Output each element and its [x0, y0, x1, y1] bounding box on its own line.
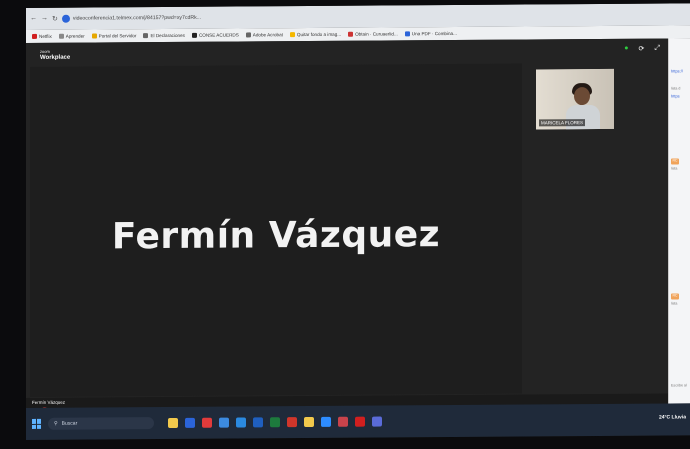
- screen: ← → ↻ videoconferencia1.telmex.com/j/841…: [26, 3, 690, 441]
- sync-icon[interactable]: ⟳: [639, 45, 645, 53]
- chat-link[interactable]: https://: [671, 68, 683, 73]
- search-icon: ⚲: [54, 420, 58, 427]
- speaker-name: Fermín Vázquez: [111, 214, 441, 258]
- chat-message: lista: [671, 301, 678, 306]
- self-name-label: Fermín Vázquez: [32, 399, 66, 405]
- bookmark-icon: [91, 33, 97, 39]
- windows-start-icon[interactable]: [32, 418, 42, 429]
- participant-video-tile[interactable]: MARICELA FLORES: [536, 68, 614, 130]
- browser-nav: ← → ↻: [26, 15, 62, 23]
- taskbar-search[interactable]: ⚲ Buscar: [48, 417, 154, 430]
- app-icon[interactable]: [372, 416, 382, 427]
- taskbar-apps: [168, 416, 382, 429]
- bookmark-icon: [191, 32, 197, 38]
- folder-icon[interactable]: [304, 416, 314, 428]
- reload-icon[interactable]: ↻: [52, 15, 58, 23]
- netflix-icon: [32, 34, 37, 40]
- top-right-controls: ● ⟳ ⤢: [624, 45, 660, 53]
- avatar: RC: [671, 293, 679, 300]
- excel-icon[interactable]: [270, 417, 280, 428]
- bookmark-item[interactable]: Una PDF · Combina...: [404, 31, 457, 37]
- chat-panel: https:// lista d https RC lista RC lista…: [668, 38, 690, 404]
- windows-taskbar: ⚲ Buscar 24°C Lluvia: [26, 403, 690, 440]
- chat-link[interactable]: https: [671, 93, 680, 98]
- participant-face: [574, 87, 590, 106]
- avatar: RC: [671, 158, 679, 165]
- weather-widget[interactable]: 24°C Lluvia: [659, 414, 686, 420]
- zoom-logo: zoom Workplace: [40, 48, 71, 61]
- bookmark-item[interactable]: Quitar fondo a imag...: [289, 32, 341, 38]
- outlook-icon[interactable]: [236, 417, 246, 428]
- bookmark-item[interactable]: Portal del Servidor: [91, 33, 136, 39]
- chrome-icon[interactable]: [202, 417, 212, 428]
- back-icon[interactable]: ←: [30, 15, 37, 23]
- opera-icon[interactable]: [287, 417, 297, 428]
- edge-icon[interactable]: [185, 417, 195, 428]
- file-explorer-icon[interactable]: [168, 417, 178, 429]
- encryption-shield-icon[interactable]: ●: [624, 45, 628, 53]
- bookmark-item[interactable]: Aprender: [58, 33, 85, 39]
- url-field[interactable]: videoconferencia1.telmex.com/j/84157?pwd…: [73, 11, 690, 22]
- bookmark-icon: [348, 31, 354, 37]
- chat-input[interactable]: Escribe al: [671, 383, 687, 387]
- zoom-app-icon[interactable]: [321, 416, 331, 427]
- bookmark-icon: [58, 33, 64, 39]
- zoom-window: zoom Workplace ● ⟳ ⤢ Fermín Vázquez MARI…: [26, 38, 668, 441]
- site-icon: [61, 14, 70, 23]
- participant-name-label: MARICELA FLORES: [539, 119, 586, 127]
- chat-message: lista: [671, 166, 678, 171]
- bookmark-item[interactable]: Obtain · Curuaerlid...: [348, 31, 398, 37]
- bookmark-item[interactable]: CONSE ACUERDS: [191, 32, 239, 38]
- bookmark-item[interactable]: Netflix: [32, 34, 52, 40]
- fullscreen-icon[interactable]: ⤢: [654, 45, 660, 53]
- bookmark-icon: [245, 32, 251, 38]
- chat-message: lista d: [671, 86, 681, 91]
- word-icon[interactable]: [253, 417, 263, 428]
- bookmark-item[interactable]: El Declaraciones: [143, 33, 185, 39]
- active-speaker-stage: Fermín Vázquez: [30, 63, 522, 397]
- bookmark-icon: [143, 33, 149, 39]
- bookmark-item[interactable]: Adobe Acrobat: [245, 32, 283, 38]
- acrobat-icon[interactable]: [355, 416, 365, 427]
- bookmark-icon: [404, 31, 410, 37]
- bookmark-icon: [289, 32, 295, 38]
- forward-icon[interactable]: →: [41, 15, 48, 23]
- store-icon[interactable]: [219, 417, 229, 428]
- powerpoint-icon[interactable]: [338, 416, 348, 427]
